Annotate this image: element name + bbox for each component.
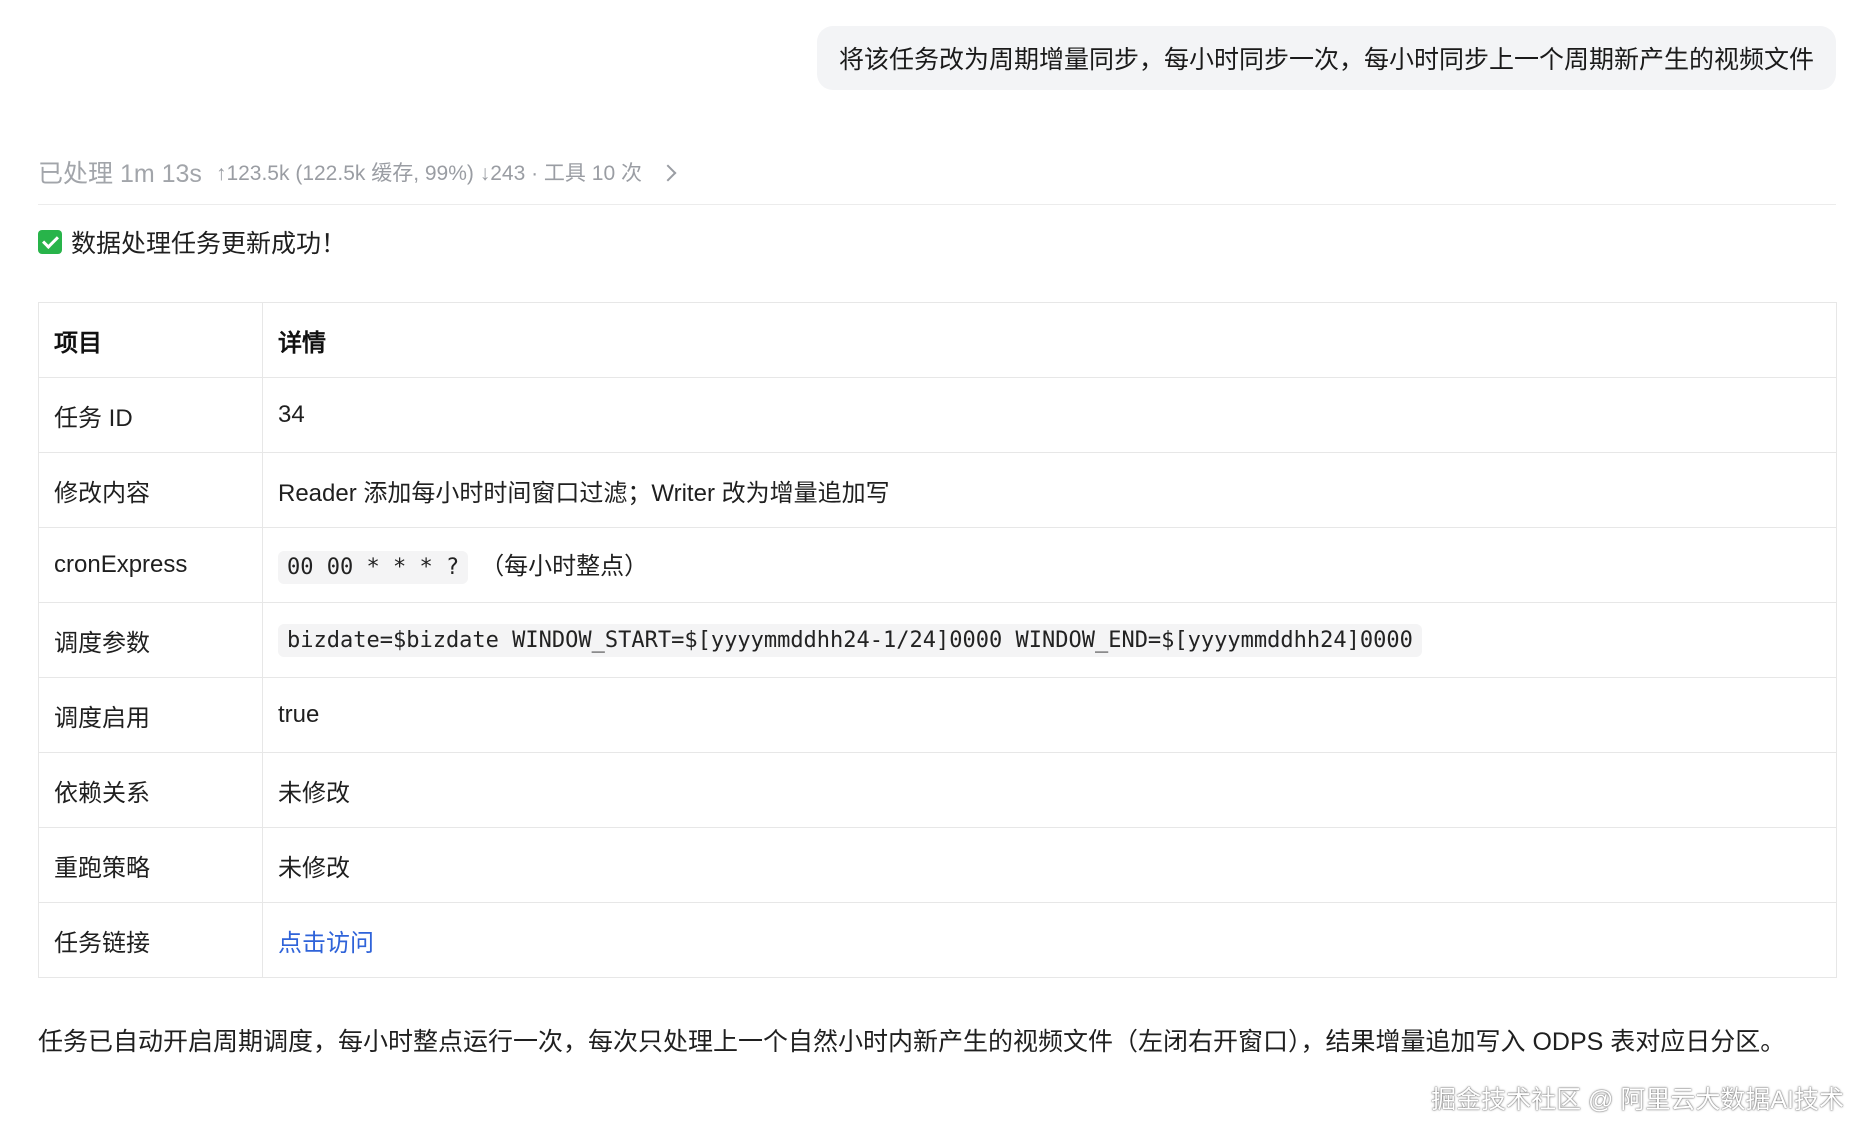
row-key: 调度启用	[38, 677, 263, 753]
row-value: true	[262, 677, 1837, 753]
row-key: 调度参数	[38, 602, 263, 678]
success-message: 数据处理任务更新成功！	[38, 222, 346, 262]
header-item: 项目	[38, 302, 263, 378]
task-link[interactable]: 点击访问	[278, 930, 374, 957]
row-key: 任务 ID	[38, 377, 263, 453]
watermark: 掘金技术社区 @ 阿里云大数据AI技术	[1431, 1086, 1844, 1114]
row-value-cell: 00 00 * * * ? （每小时整点）	[262, 527, 1837, 603]
row-key: 依赖关系	[38, 752, 263, 828]
table-row: 修改内容 Reader 添加每小时时间窗口过滤；Writer 改为增量追加写	[38, 452, 1837, 528]
row-key: cronExpress	[38, 527, 263, 603]
table-row: 调度参数 bizdate=$bizdate WINDOW_START=$[yyy…	[38, 602, 1837, 678]
table-row: 调度启用 true	[38, 677, 1837, 753]
row-key: 修改内容	[38, 452, 263, 528]
row-value-cell: bizdate=$bizdate WINDOW_START=$[yyyymmdd…	[262, 602, 1837, 678]
row-value-cell: 点击访问	[262, 902, 1837, 978]
row-value: 未修改	[262, 827, 1837, 903]
row-value: 34	[262, 377, 1837, 453]
row-value: Reader 添加每小时时间窗口过滤；Writer 改为增量追加写	[262, 452, 1837, 528]
schedule-params-code: bizdate=$bizdate WINDOW_START=$[yyyymmdd…	[278, 623, 1422, 657]
divider	[38, 204, 1836, 205]
success-text: 数据处理任务更新成功！	[71, 230, 347, 258]
table-row: 依赖关系 未修改	[38, 752, 1837, 828]
cron-expression-code: 00 00 * * * ?	[278, 551, 469, 584]
chevron-right-icon[interactable]	[659, 164, 677, 181]
user-message-text: 将该任务改为周期增量同步，每小时同步一次，每小时同步上一个周期新产生的视频文件	[838, 46, 1814, 74]
cron-expression-note: （每小时整点）	[480, 553, 649, 580]
table-header-row: 项目 详情	[38, 302, 1837, 378]
table-row: 重跑策略 未修改	[38, 827, 1837, 903]
processing-summary[interactable]: 已处理 1m 13s ↑123.5k (122.5k 缓存, 99%) ↓243…	[38, 152, 677, 192]
summary-paragraph: 任务已自动开启周期调度，每小时整点运行一次，每次只处理上一个自然小时内新产生的视…	[38, 1028, 1786, 1056]
row-key: 任务链接	[38, 902, 263, 978]
processing-title: 已处理 1m 13s	[38, 160, 202, 188]
row-key: 重跑策略	[38, 827, 263, 903]
table-row: cronExpress 00 00 * * * ? （每小时整点）	[38, 527, 1837, 603]
table-row: 任务链接 点击访问	[38, 902, 1837, 978]
table-row: 任务 ID 34	[38, 377, 1837, 453]
user-message-bubble: 将该任务改为周期增量同步，每小时同步一次，每小时同步上一个周期新产生的视频文件	[816, 26, 1836, 90]
check-mark-button-icon	[38, 230, 62, 254]
processing-stats: ↑123.5k (122.5k 缓存, 99%) ↓243 · 工具 10 次	[215, 162, 642, 185]
header-detail: 详情	[262, 302, 1837, 378]
task-detail-table: 项目 详情 任务 ID 34 修改内容 Reader 添加每小时时间窗口过滤；W…	[38, 302, 1837, 978]
row-value: 未修改	[262, 752, 1837, 828]
